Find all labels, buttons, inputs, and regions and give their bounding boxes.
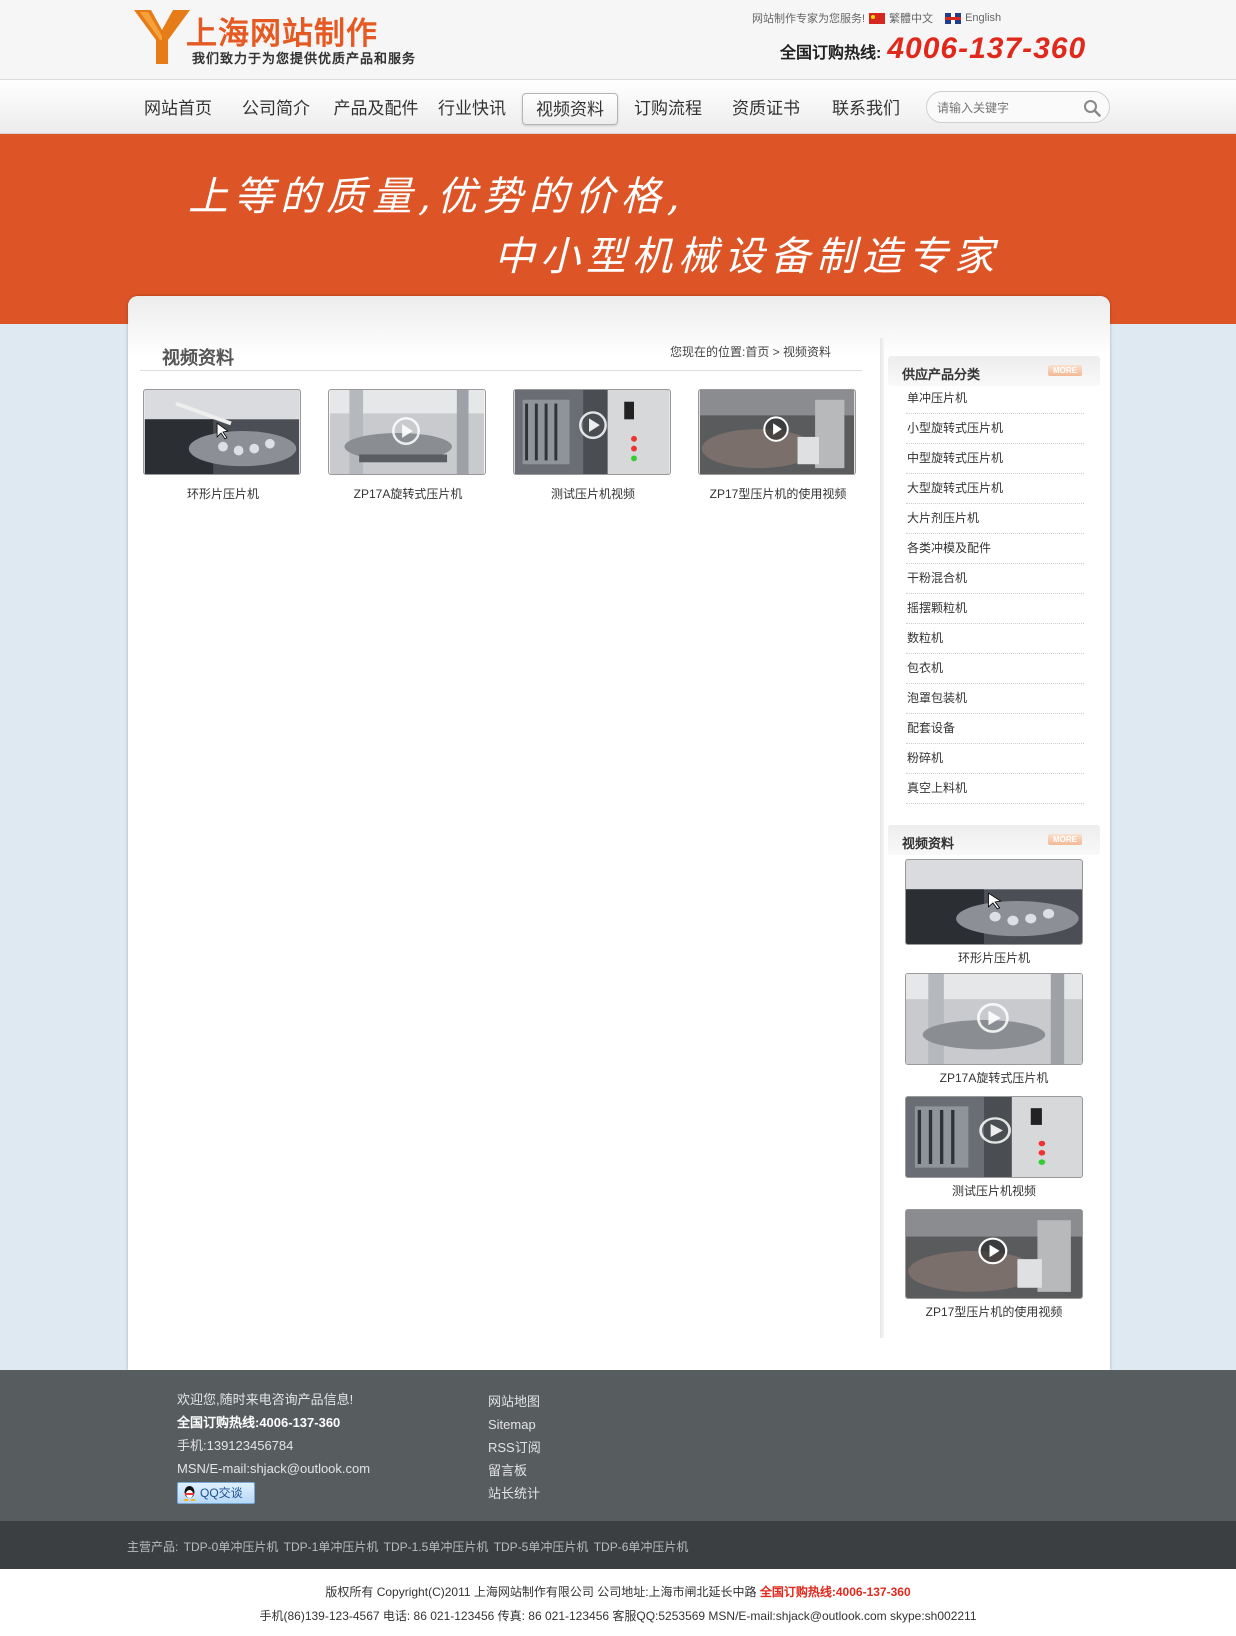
qq-chat-button[interactable]: QQ交谈 [177, 1482, 255, 1504]
sidebar-video-item[interactable]: ZP17A旋转式压片机 [905, 973, 1083, 1086]
video-title[interactable]: ZP17A旋转式压片机 [328, 485, 488, 502]
hotline-label: 全国订购热线: [780, 45, 882, 62]
sidebar-divider [880, 338, 884, 1338]
footer-msn: MSN/E-mail:shjack@outlook.com [177, 1461, 371, 1476]
video-thumbnail[interactable] [698, 389, 856, 475]
content-top-gradient [128, 296, 1110, 356]
nav-order-process[interactable]: 订购流程 [624, 93, 712, 125]
list-item[interactable]: 单冲压片机 [906, 384, 1084, 414]
site-header: 上海网站制作 我们致力于为您提供优质产品和服务 网站制作专家为您服务! 繁體中文… [0, 0, 1236, 80]
video-title[interactable]: 环形片压片机 [905, 949, 1083, 966]
nav-contact[interactable]: 联系我们 [822, 93, 910, 125]
uk-flag-icon [945, 12, 962, 24]
logo-title[interactable]: 上海网站制作 [186, 8, 378, 53]
footer-link-stats[interactable]: 站长统计 [488, 1482, 541, 1505]
banner-slogan-line2: 中小型机械设备制造专家 [494, 234, 1000, 280]
list-item[interactable]: 大片剂压片机 [906, 504, 1084, 534]
sidebar-video-item[interactable]: 测试压片机视频 [905, 1096, 1083, 1199]
video-thumbnail[interactable] [513, 389, 671, 475]
video-title[interactable]: ZP17型压片机的使用视频 [905, 1303, 1083, 1320]
sidebar-video-item[interactable]: ZP17型压片机的使用视频 [905, 1209, 1083, 1320]
video-card[interactable]: ZP17A旋转式压片机 [328, 389, 488, 502]
video-card[interactable]: 测试压片机视频 [513, 389, 673, 502]
qq-penguin-icon [183, 1486, 196, 1501]
categories-more-button[interactable]: MORE [1048, 365, 1082, 376]
sidebar-videos-header: 视频资料 MORE [888, 825, 1100, 855]
footer-link-guestbook[interactable]: 留言板 [488, 1459, 541, 1482]
main-nav: 网站首页 公司简介 产品及配件 行业快讯 视频资料 订购流程 资质证书 联系我们 [0, 80, 1236, 134]
list-item[interactable]: 包衣机 [906, 654, 1084, 684]
qq-chat-label: QQ交谈 [200, 1486, 243, 1500]
logo-icon[interactable] [134, 10, 190, 64]
lang-english-link[interactable]: English [965, 12, 1001, 24]
sidebar-video-item[interactable]: 环形片压片机 [905, 859, 1083, 966]
header-hotline: 全国订购热线: 4006-137-360 [780, 32, 1086, 66]
china-flag-icon [869, 12, 886, 24]
list-item[interactable]: 干粉混合机 [906, 564, 1084, 594]
list-item[interactable]: 真空上料机 [906, 774, 1084, 804]
footer-products-bar: 主营产品: TDP-0单冲压片机 TDP-1单冲压片机 TDP-1.5单冲压片机… [0, 1521, 1236, 1569]
hotline-number: 4006-137-360 [887, 32, 1087, 65]
video-title[interactable]: ZP17A旋转式压片机 [905, 1069, 1083, 1086]
footer-mobile: 手机:139123456784 [177, 1438, 294, 1453]
video-title[interactable]: 测试压片机视频 [513, 485, 673, 502]
list-item[interactable]: 泡罩包装机 [906, 684, 1084, 714]
nav-products[interactable]: 产品及配件 [326, 93, 426, 125]
footer-copyright: 版权所有 Copyright(C)2011 上海网站制作有限公司 公司地址:上海… [0, 1569, 1236, 1636]
service-text: 网站制作专家为您服务! [752, 13, 866, 25]
lang-traditional-chinese-link[interactable]: 繁體中文 [889, 10, 933, 26]
footer-main-products[interactable]: 主营产品: TDP-0单冲压片机 TDP-1单冲压片机 TDP-1.5单冲压片机… [127, 1538, 688, 1555]
list-item[interactable]: 粉碎机 [906, 744, 1084, 774]
footer-welcome: 欢迎您,随时来电咨询产品信息! [177, 1392, 354, 1407]
video-thumbnail[interactable] [905, 1096, 1083, 1178]
categories-title: 供应产品分类 [902, 367, 981, 382]
categories-header: 供应产品分类 MORE [888, 356, 1100, 386]
contact-line: 手机(86)139-123-4567 电话: 86 021-123456 传真:… [259, 1609, 977, 1623]
nav-news[interactable]: 行业快讯 [428, 93, 516, 125]
nav-certificates[interactable]: 资质证书 [722, 93, 810, 125]
footer-contact: 欢迎您,随时来电咨询产品信息! 全国订购热线:4006-137-360 手机:1… [0, 1370, 1236, 1521]
copyright-hotline: 全国订购热线:4006-137-360 [759, 1585, 911, 1599]
copyright-text: 版权所有 Copyright(C)2011 上海网站制作有限公司 公司地址:上海… [325, 1585, 757, 1599]
video-thumbnail[interactable] [905, 859, 1083, 945]
video-thumbnail[interactable] [143, 389, 301, 475]
footer-hotline: 全国订购热线:4006-137-360 [177, 1415, 341, 1430]
video-thumbnail[interactable] [328, 389, 486, 475]
breadcrumb: 您现在的位置:首页 > 视频资料 [670, 345, 832, 359]
page-title: 视频资料 [162, 348, 234, 368]
footer-link-rss[interactable]: RSS订阅 [488, 1436, 541, 1459]
category-list: 单冲压片机 小型旋转式压片机 中型旋转式压片机 大型旋转式压片机 大片剂压片机 … [906, 384, 1084, 804]
nav-home[interactable]: 网站首页 [134, 93, 222, 125]
footer-link-sitemap-cn[interactable]: 网站地图 [488, 1390, 541, 1413]
footer-links: 网站地图 Sitemap RSS订阅 留言板 站长统计 [488, 1390, 541, 1505]
video-card[interactable]: 环形片压片机 [143, 389, 303, 502]
footer-link-sitemap[interactable]: Sitemap [488, 1413, 541, 1436]
list-item[interactable]: 配套设备 [906, 714, 1084, 744]
list-item[interactable]: 中型旋转式压片机 [906, 444, 1084, 474]
search-icon[interactable] [1083, 99, 1101, 117]
video-title[interactable]: ZP17型压片机的使用视频 [698, 485, 858, 502]
videos-more-button[interactable]: MORE [1048, 834, 1082, 845]
search-box [926, 91, 1110, 123]
banner-slogan-line1: 上等的质量,优势的价格, [188, 174, 686, 220]
list-item[interactable]: 大型旋转式压片机 [906, 474, 1084, 504]
sidebar-videos-title: 视频资料 [902, 836, 955, 851]
search-input[interactable] [937, 98, 1077, 118]
video-thumbnail[interactable] [905, 1209, 1083, 1299]
list-item[interactable]: 小型旋转式压片机 [906, 414, 1084, 444]
nav-about[interactable]: 公司简介 [232, 93, 320, 125]
footer-contact-info: 欢迎您,随时来电咨询产品信息! 全国订购热线:4006-137-360 手机:1… [177, 1388, 370, 1504]
list-item[interactable]: 摇摆颗粒机 [906, 594, 1084, 624]
top-links: 网站制作专家为您服务! 繁體中文 English [752, 10, 1001, 26]
nav-videos[interactable]: 视频资料 [522, 93, 618, 125]
copyright-line: 版权所有 Copyright(C)2011 上海网站制作有限公司 公司地址:上海… [0, 1583, 1236, 1600]
title-divider [140, 370, 862, 371]
video-card[interactable]: ZP17型压片机的使用视频 [698, 389, 858, 502]
list-item[interactable]: 数粒机 [906, 624, 1084, 654]
logo-subtitle: 我们致力于为您提供优质产品和服务 [192, 51, 417, 66]
video-title[interactable]: 测试压片机视频 [905, 1182, 1083, 1199]
video-title[interactable]: 环形片压片机 [143, 485, 303, 502]
video-thumbnail[interactable] [905, 973, 1083, 1065]
list-item[interactable]: 各类冲模及配件 [906, 534, 1084, 564]
